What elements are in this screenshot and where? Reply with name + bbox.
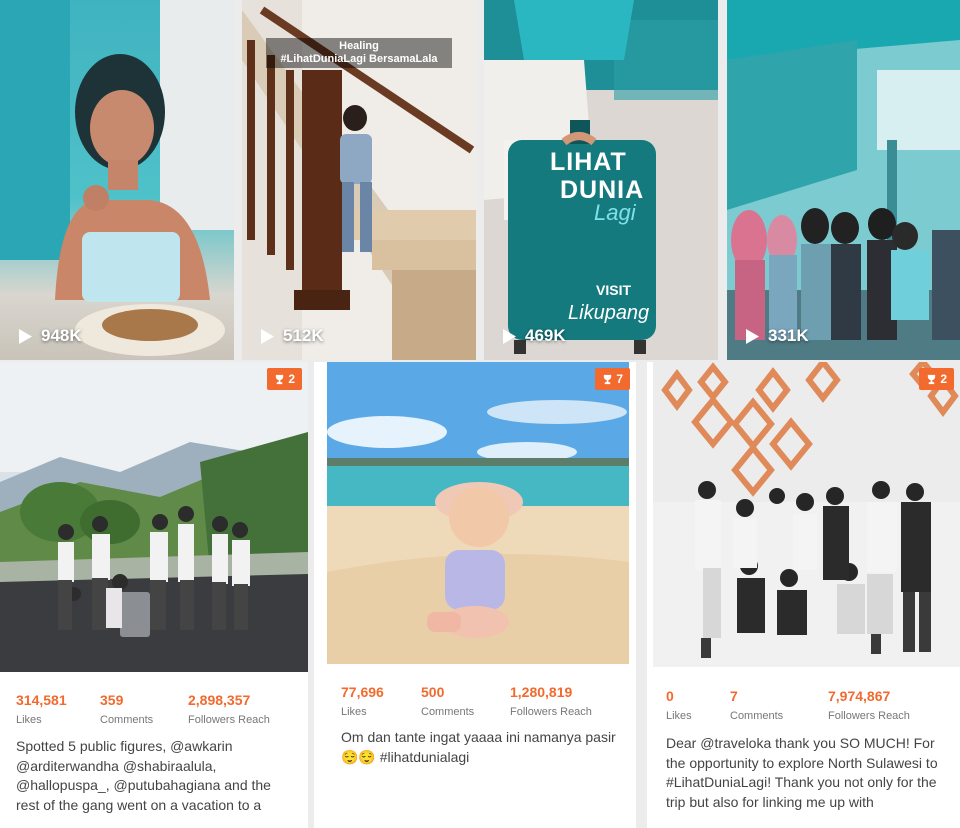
likes-stat: 77,696 Likes	[341, 684, 384, 718]
reach-label: Followers Reach	[828, 710, 910, 722]
reel-card[interactable]: LIHAT DUNIA Lagi VISIT Likupang 469K	[484, 0, 718, 360]
trophy-badge: 7	[595, 368, 630, 390]
view-count: 948K	[18, 326, 82, 346]
reach-stat: 2,898,357 Followers Reach	[188, 692, 270, 726]
badge-count: 2	[288, 372, 295, 386]
trophy-icon	[604, 374, 612, 384]
likes-label: Likes	[16, 714, 42, 726]
comments-stat: 359 Comments	[100, 692, 153, 726]
post-card[interactable]: 2 314,581 Likes 359 Comments 2,898,357 F…	[0, 362, 308, 828]
post-image	[653, 362, 960, 667]
view-count-text: 948K	[41, 326, 82, 345]
comments-value: 500	[421, 684, 445, 700]
likes-value: 77,696	[341, 684, 384, 700]
comments-value: 7	[730, 688, 738, 704]
trophy-icon	[276, 374, 284, 384]
play-icon	[261, 328, 274, 344]
reach-stat: 7,974,867 Followers Reach	[828, 688, 910, 722]
view-count: 331K	[745, 326, 809, 346]
reach-value: 7,974,867	[828, 688, 891, 704]
comments-label: Comments	[730, 710, 784, 722]
post-photo	[653, 362, 960, 667]
reel-card[interactable]: 948K	[0, 0, 234, 360]
post-card[interactable]: 7 77,696 Likes 500 Comments 1,280,819 Fo…	[314, 362, 636, 828]
likes-stat: 314,581 Likes	[16, 692, 67, 726]
reel-thumbnail	[727, 0, 960, 360]
comments-label: Comments	[421, 706, 475, 718]
reach-label: Followers Reach	[510, 706, 592, 718]
play-icon	[746, 328, 759, 344]
post-caption: Dear @traveloka thank you SO MUCH! For t…	[666, 735, 938, 810]
suitcase-text: Lagi	[594, 200, 636, 225]
suitcase-text: VISIT	[596, 282, 632, 298]
suitcase-text: LIHAT	[550, 148, 627, 176]
reel-caption: Healing #LihatDuniaLagi BersamaLala	[266, 38, 452, 68]
post-photo	[0, 362, 308, 672]
play-icon	[19, 328, 32, 344]
reel-card[interactable]: Healing #LihatDuniaLagi BersamaLala 512K	[242, 0, 476, 360]
view-count: 512K	[260, 326, 324, 346]
badge-count: 7	[616, 372, 623, 386]
reach-stat: 1,280,819 Followers Reach	[510, 684, 592, 718]
comments-stat: 500 Comments	[421, 684, 474, 718]
reach-value: 2,898,357	[188, 692, 251, 708]
play-icon	[503, 328, 516, 344]
comments-stat: 7 Comments	[730, 688, 783, 722]
reach-label: Followers Reach	[188, 714, 270, 726]
trophy-badge: 2	[267, 368, 302, 390]
post-image	[0, 362, 308, 672]
reach-value: 1,280,819	[510, 684, 573, 700]
view-count-text: 512K	[283, 326, 324, 345]
comments-label: Comments	[100, 714, 154, 726]
likes-value: 314,581	[16, 692, 67, 708]
reel-caption-line: Healing	[339, 40, 379, 52]
reel-thumbnail	[0, 0, 234, 356]
reel-card[interactable]: 331K	[727, 0, 960, 360]
post-caption: Om dan tante ingat yaaaa ini namanya pas…	[341, 729, 616, 765]
content-grid: 948K Healing #LihatDuniaLagi BersamaLala	[0, 0, 960, 828]
comments-value: 359	[100, 692, 124, 708]
post-card[interactable]: 2 0 Likes 7 Comments 7,974,867 Followers…	[647, 362, 960, 828]
post-caption: Spotted 5 public figures, @awkarin @ardi…	[16, 738, 271, 813]
suitcase-text: Likupang	[568, 302, 650, 324]
reel-caption-line: #LihatDuniaLagi BersamaLala	[280, 53, 438, 65]
likes-label: Likes	[666, 710, 692, 722]
likes-stat: 0 Likes	[666, 688, 692, 722]
trophy-badge: 2	[919, 368, 954, 390]
post-photo	[327, 362, 629, 664]
view-count-text: 469K	[525, 326, 566, 345]
likes-value: 0	[666, 688, 674, 704]
post-image	[327, 362, 629, 664]
likes-label: Likes	[341, 706, 367, 718]
view-count: 469K	[502, 326, 566, 346]
badge-count: 2	[940, 372, 947, 386]
trophy-icon	[928, 374, 936, 384]
view-count-text: 331K	[768, 326, 809, 345]
